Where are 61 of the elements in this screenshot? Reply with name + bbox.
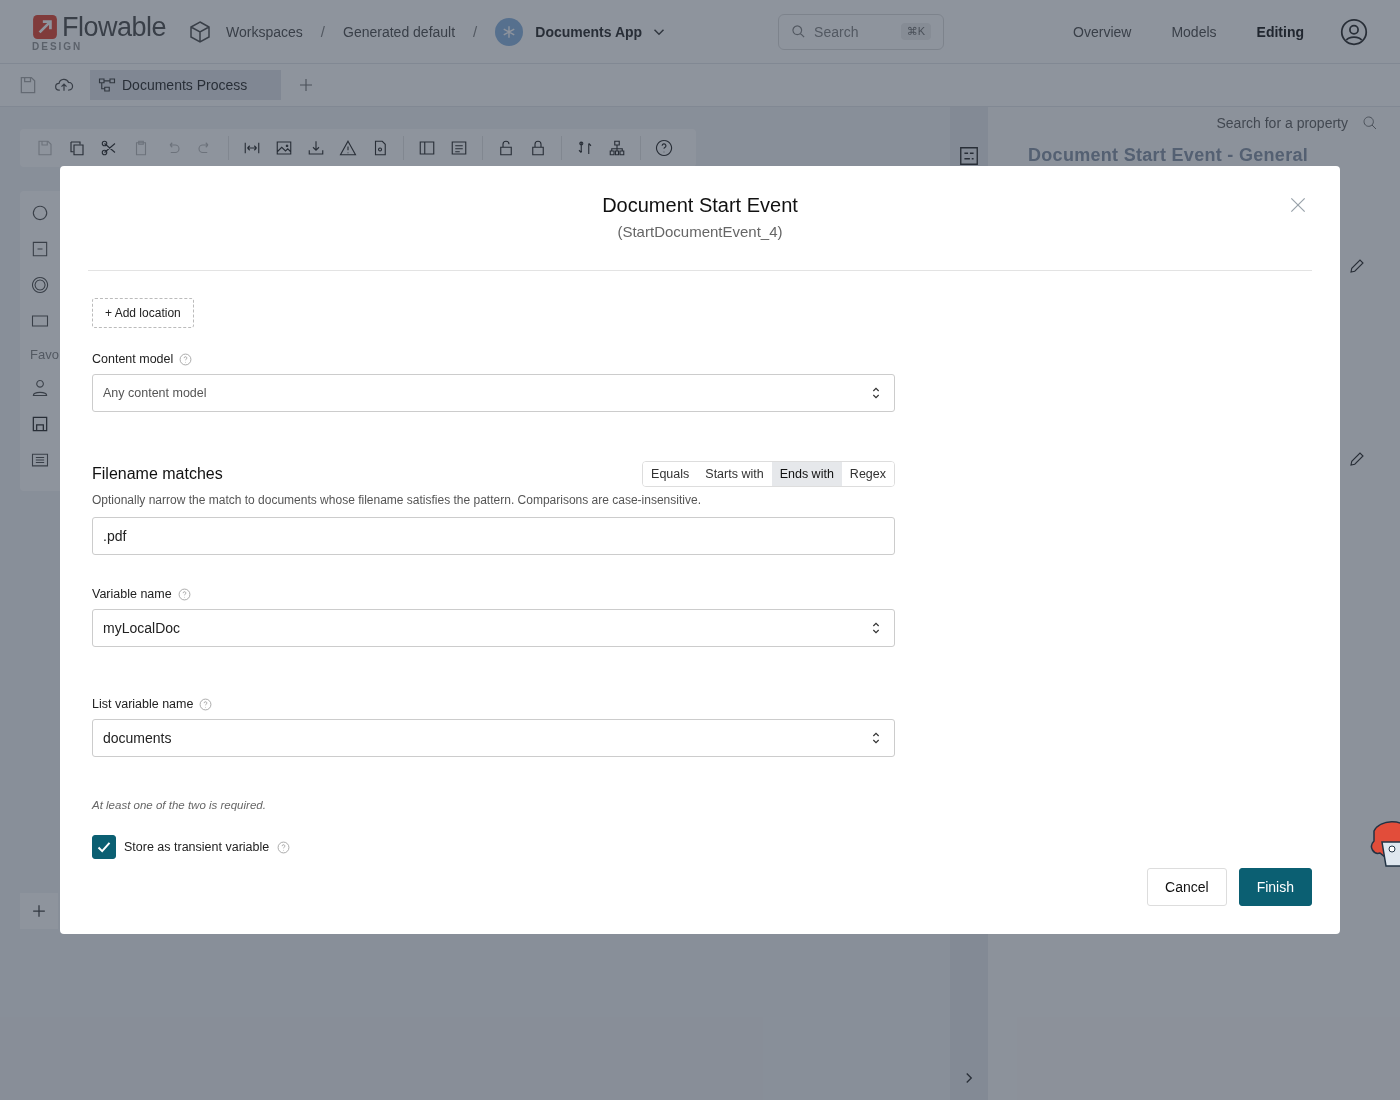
panel-icon[interactable]: [418, 139, 436, 157]
match-mode-option[interactable]: Ends with: [771, 462, 842, 486]
breadcrumb-link[interactable]: Documents App: [535, 23, 643, 40]
field-label: Variable name: [92, 587, 172, 601]
warning-icon[interactable]: [339, 139, 357, 157]
download-icon[interactable]: [307, 139, 325, 157]
shortcut-hint: ⌘K: [900, 23, 932, 40]
filename-pattern-field[interactable]: .pdf: [92, 517, 895, 555]
dialog-subtitle: (StartDocumentEvent_4): [616, 223, 784, 240]
ring-icon[interactable]: [30, 275, 50, 295]
field-label: List variable name: [92, 697, 194, 711]
dialog-title: Document Start Event: [602, 194, 798, 217]
list-variable-name-select[interactable]: documents: [92, 719, 895, 757]
list-icon[interactable]: [450, 139, 468, 157]
section-heading: Filename matches: [92, 465, 223, 483]
hint-text: At least one of the two is required.: [92, 799, 267, 811]
content-model-select[interactable]: Any content model: [92, 374, 895, 412]
breadcrumb-separator: /: [320, 23, 325, 40]
breadcrumb-link[interactable]: Generated default: [343, 23, 456, 40]
process-icon: [98, 76, 116, 94]
property-search-placeholder: Search for a property: [1216, 115, 1348, 131]
nav-link[interactable]: Models: [1171, 23, 1217, 40]
user-avatar-icon[interactable]: [1340, 17, 1368, 46]
app-icon: [495, 17, 524, 46]
checkbox[interactable]: [92, 835, 116, 859]
swap-icon[interactable]: [576, 139, 594, 157]
help-icon[interactable]: [655, 139, 673, 157]
checkbox-label: Store as transient variable: [124, 840, 270, 854]
form-icon[interactable]: [30, 414, 50, 434]
hierarchy-icon[interactable]: [608, 139, 626, 157]
logo-icon: [32, 14, 58, 40]
cancel-button[interactable]: Cancel: [1147, 868, 1227, 906]
scissors-icon[interactable]: [100, 139, 118, 157]
panel-title: Document Start Event - General: [1028, 145, 1310, 166]
add-location-button[interactable]: + Add location: [92, 298, 194, 328]
task-icon[interactable]: [30, 239, 50, 259]
pencil-icon[interactable]: [1348, 257, 1366, 275]
user-icon[interactable]: [30, 378, 50, 398]
search-icon: [791, 24, 807, 39]
add-button[interactable]: [20, 893, 58, 929]
close-icon[interactable]: [1288, 195, 1308, 215]
section-description: Optionally narrow the match to documents whose filename satisfies the pattern. Comparisons are case-insensitive.: [92, 493, 702, 507]
nav-link[interactable]: Overview: [1073, 23, 1132, 40]
pencil-icon[interactable]: [1348, 450, 1366, 468]
process-tab[interactable]: Documents Process: [90, 70, 282, 100]
unlock-icon[interactable]: [497, 139, 515, 157]
search-icon[interactable]: [1362, 115, 1378, 131]
image-icon[interactable]: [275, 139, 293, 157]
lock-icon[interactable]: [529, 139, 547, 157]
logo-text: Flowable: [62, 11, 167, 42]
copy-icon[interactable]: [68, 139, 86, 157]
properties-icon[interactable]: [958, 145, 980, 167]
search-placeholder: Search: [814, 23, 860, 40]
cube-icon: [188, 19, 213, 44]
finish-button[interactable]: Finish: [1238, 868, 1312, 906]
breadcrumb-separator: /: [473, 23, 478, 40]
field-label: Content model: [92, 352, 174, 366]
breadcrumb-link[interactable]: Workspaces: [226, 23, 303, 40]
section-label: Favo: [30, 347, 60, 362]
nav-link[interactable]: Editing: [1256, 23, 1304, 40]
variable-name-select[interactable]: myLocalDoc: [92, 609, 895, 647]
